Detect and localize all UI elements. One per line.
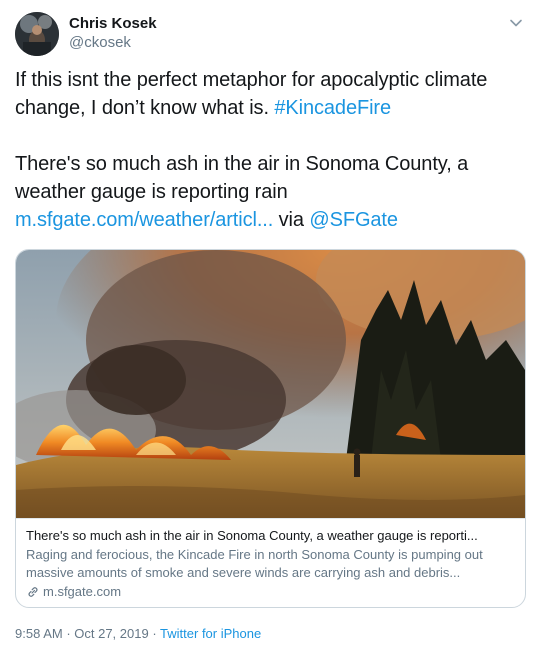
display-name[interactable]: Chris Kosek <box>69 15 157 32</box>
meta-separator: · <box>62 626 75 641</box>
card-image[interactable] <box>16 250 525 519</box>
tweet-paragraph-1: If this isnt the perfect metaphor for ap… <box>15 66 525 122</box>
via-text: via <box>273 209 310 231</box>
card-title[interactable]: There's so much ash in the air in Sonoma… <box>26 527 515 545</box>
mention-link[interactable]: @SFGate <box>309 209 398 231</box>
meta-separator: · <box>148 626 161 641</box>
card-body: There's so much ash in the air in Sonoma… <box>16 519 525 601</box>
card-domain[interactable]: m.sfgate.com <box>26 583 515 601</box>
card-description: Raging and ferocious, the Kincade Fire i… <box>26 547 483 580</box>
tweet-source[interactable]: Twitter for iPhone <box>160 626 261 641</box>
tweet-text-line1: If this isnt the perfect metaphor for ap… <box>15 69 488 119</box>
avatar[interactable] <box>15 12 59 56</box>
chevron-down-icon[interactable] <box>507 14 525 32</box>
link-card[interactable]: There's so much ash in the air in Sonoma… <box>15 249 526 608</box>
tweet-text-line2: There's so much ash in the air in Sonoma… <box>15 153 469 203</box>
user-handle[interactable]: @ckosek <box>69 34 131 51</box>
tweet-paragraph-2: There's so much ash in the air in Sonoma… <box>15 150 525 234</box>
card-domain-text: m.sfgate.com <box>43 584 122 599</box>
tweet-text: If this isnt the perfect metaphor for ap… <box>15 66 525 234</box>
link-icon <box>28 587 38 597</box>
tweet-meta: 9:58 AM · Oct 27, 2019 · Twitter for iPh… <box>15 626 261 641</box>
hashtag-link[interactable]: #KincadeFire <box>274 97 391 119</box>
tweet-date[interactable]: Oct 27, 2019 <box>74 626 148 641</box>
tweet-time[interactable]: 9:58 AM <box>15 626 63 641</box>
tweet: Chris Kosek @ckosek If this isnt the per… <box>0 0 539 655</box>
article-link[interactable]: m.sfgate.com/weather/articl... <box>15 209 273 231</box>
